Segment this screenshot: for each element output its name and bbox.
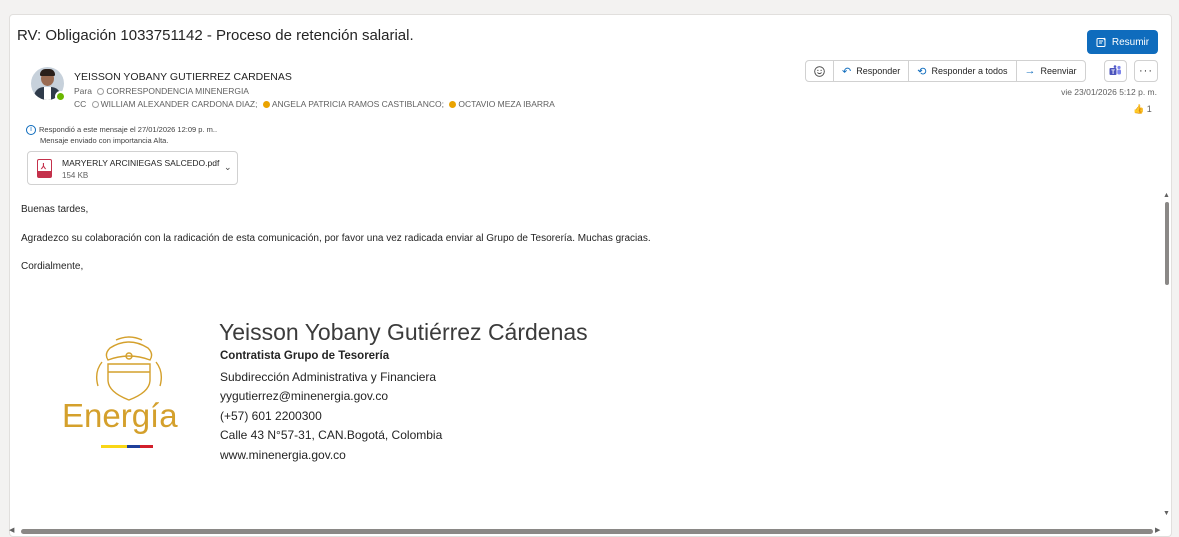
reply-label: Responder — [856, 66, 901, 76]
svg-text:T: T — [1111, 70, 1115, 76]
reply-all-icon: ⟲ — [917, 65, 927, 78]
colombia-flag-stripe — [101, 445, 153, 448]
reply-button[interactable]: ↶ Responder — [834, 61, 910, 81]
signature-website[interactable]: www.minenergia.gov.co — [220, 448, 346, 462]
to-recipient[interactable]: CORRESPONDENCIA MINENERGIA — [106, 86, 249, 96]
message-info: i Respondió a este mensaje el 27/01/2026 … — [26, 124, 217, 146]
message-actions-bar: ↶ Responder ⟲ Responder a todos → Reenvi… — [805, 60, 1086, 82]
importance-info: Mensaje enviado con importancia Alta. — [40, 136, 169, 146]
scroll-down-arrow-icon[interactable]: ▼ — [1163, 510, 1170, 517]
cc-label: CC — [74, 99, 87, 109]
cc-recipient[interactable]: OCTAVIO MEZA IBARRA — [458, 99, 555, 109]
forward-icon: → — [1024, 65, 1036, 77]
replied-info: Respondió a este mensaje el 27/01/2026 1… — [39, 125, 218, 134]
reaction-count: 1 — [1146, 104, 1152, 114]
cc-line: CC WILLIAM ALEXANDER CARDONA DIAZ; ANGEL… — [74, 99, 555, 109]
chevron-down-icon[interactable]: ⌄ — [224, 162, 232, 173]
signature-address: Calle 43 N°57-31, CAN.Bogotá, Colombia — [220, 428, 443, 442]
horizontal-scrollbar[interactable]: ◀ ▶ — [9, 526, 1160, 537]
signature-phone: (+57) 601 2200300 — [220, 409, 322, 423]
emoji-reaction-button[interactable] — [806, 61, 834, 81]
teams-icon: T — [1109, 65, 1121, 76]
forward-button[interactable]: → Reenviar — [1017, 61, 1085, 81]
cc-recipient[interactable]: WILLIAM ALEXANDER CARDONA DIAZ; — [101, 99, 258, 109]
vertical-scrollbar[interactable]: ▲ ▼ — [1161, 192, 1172, 522]
scroll-left-arrow-icon[interactable]: ◀ — [9, 526, 14, 534]
sender-name[interactable]: YEISSON YOBANY GUTIERREZ CARDENAS — [74, 71, 292, 83]
body-closing: Cordialmente, — [21, 261, 84, 272]
info-icon: i — [26, 125, 36, 136]
presence-available-icon — [55, 91, 66, 102]
attachment-name: MARYERLY ARCINIEGAS SALCEDO.pdf — [62, 158, 220, 168]
teams-button[interactable]: T — [1104, 60, 1127, 82]
presence-away-icon — [449, 100, 457, 108]
more-actions-button[interactable]: ··· — [1134, 60, 1158, 82]
summarize-button[interactable]: Resumir — [1087, 30, 1158, 54]
body-message: Agradezco su colaboración con la radicac… — [21, 233, 651, 244]
colombia-coat-of-arms-logo — [95, 336, 163, 401]
presence-unknown-icon — [97, 87, 105, 95]
to-line: Para CORRESPONDENCIA MINENERGIA — [74, 86, 249, 96]
body-greeting: Buenas tardes, — [21, 204, 89, 215]
reply-icon: ↶ — [842, 65, 852, 78]
attachment-size: 154 KB — [62, 171, 89, 180]
attachment-card[interactable]: ⅄ MARYERLY ARCINIEGAS SALCEDO.pdf 154 KB… — [27, 151, 238, 185]
vertical-scroll-thumb[interactable] — [1165, 202, 1169, 285]
sent-date: vie 23/01/2026 5:12 p. m. — [1061, 87, 1157, 97]
scroll-up-arrow-icon[interactable]: ▲ — [1163, 192, 1170, 199]
signature-department: Subdirección Administrativa y Financiera — [220, 370, 437, 384]
reply-all-label: Responder a todos — [931, 66, 1008, 76]
reply-all-button[interactable]: ⟲ Responder a todos — [909, 61, 1017, 81]
smiley-icon — [814, 65, 825, 77]
logo-wordmark: Energía — [62, 397, 178, 434]
presence-unknown-icon — [91, 100, 99, 108]
reaction-summary[interactable]: 👍 1 — [1133, 104, 1152, 115]
summarize-label: Resumir — [1111, 36, 1150, 48]
thumbs-up-icon: 👍 — [1133, 104, 1145, 114]
signature-email[interactable]: yygutierrez@minenergia.gov.co — [220, 389, 388, 403]
forward-label: Reenviar — [1040, 66, 1077, 76]
pdf-file-icon: ⅄ — [37, 159, 52, 178]
to-label: Para — [74, 86, 92, 96]
email-subject: RV: Obligación 1033751142 - Proceso de r… — [17, 27, 414, 44]
horizontal-scroll-thumb[interactable] — [21, 529, 1153, 534]
signature-role: Contratista Grupo de Tesorería — [220, 350, 390, 362]
presence-away-icon — [262, 100, 270, 108]
signature-name: Yeisson Yobany Gutiérrez Cárdenas — [219, 319, 588, 345]
summary-icon — [1096, 37, 1106, 47]
scroll-right-arrow-icon[interactable]: ▶ — [1155, 526, 1160, 534]
more-icon: ··· — [1139, 65, 1153, 77]
cc-recipient[interactable]: ANGELA PATRICIA RAMOS CASTIBLANCO; — [272, 99, 444, 109]
